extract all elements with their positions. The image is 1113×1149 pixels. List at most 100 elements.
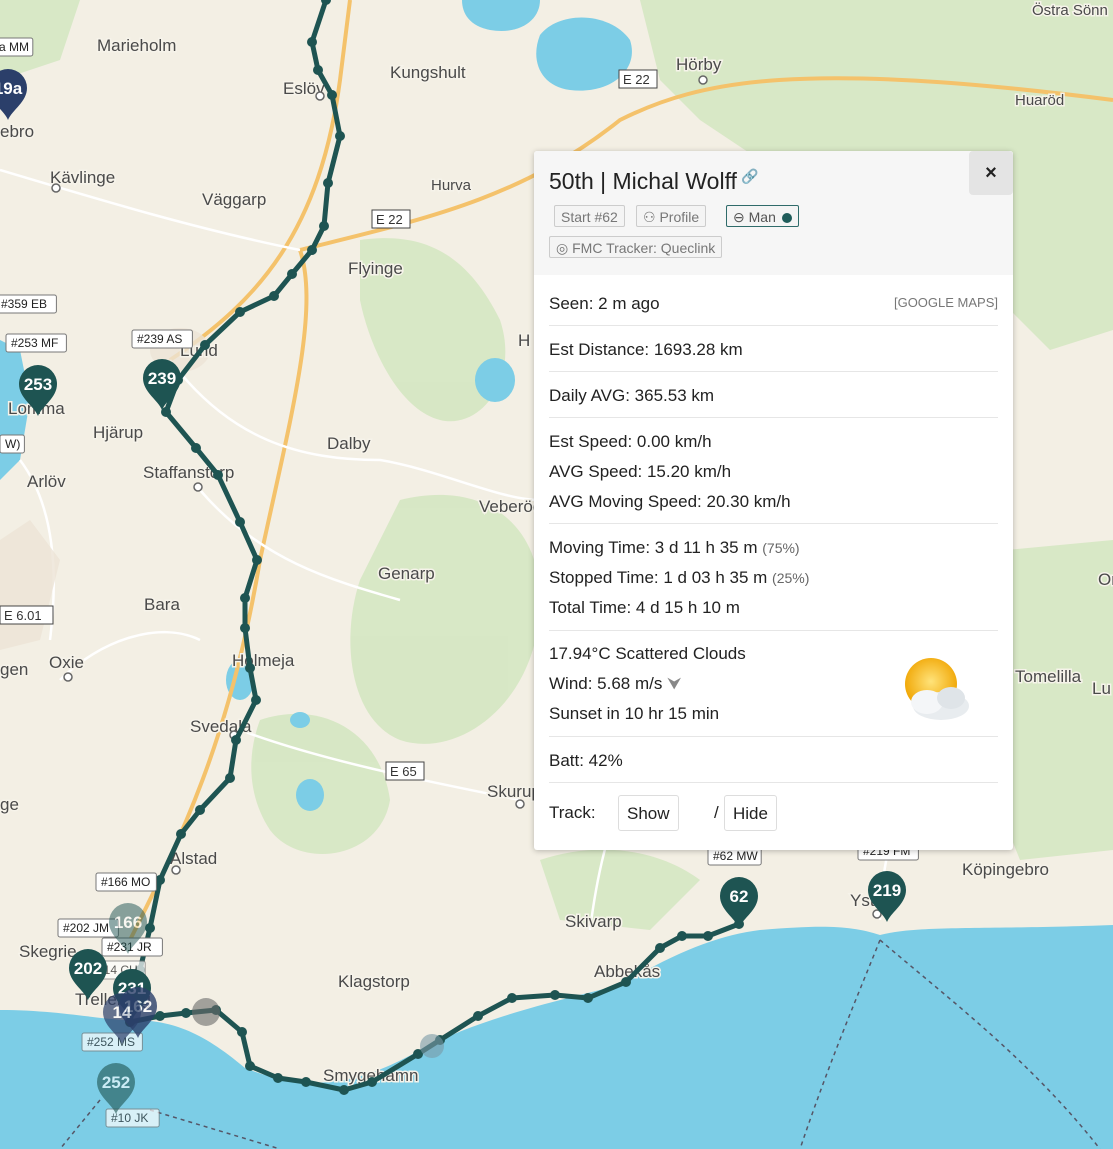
pin-number: 219	[873, 881, 901, 900]
place-label: Väggarp	[202, 190, 266, 209]
weather-text: 17.94°C Scattered Clouds	[549, 644, 746, 663]
rider-tag[interactable]: W)	[0, 434, 25, 454]
wind-direction-icon: ⮟	[667, 674, 682, 693]
pin-number: 62	[730, 887, 749, 906]
road-label: E 65	[385, 761, 425, 781]
stopped-time: Stopped Time: 1 d 03 h 35 m (25%)	[549, 568, 810, 587]
pin-number: 19a	[0, 79, 23, 98]
rider-tag[interactable]: a MM	[0, 37, 34, 57]
track-point	[240, 593, 250, 603]
town-dot	[315, 91, 325, 101]
wind-text: Wind: 5.68 m/s ⮟	[549, 674, 682, 693]
rider-tag[interactable]: #359 EB	[0, 294, 57, 314]
seen-text: Seen: 2 m ago	[549, 294, 660, 313]
track-point	[252, 555, 262, 565]
rider-tag-text: #166 MO	[101, 875, 150, 889]
track-point	[245, 1061, 255, 1071]
pin-number: 202	[74, 959, 102, 978]
track-point	[273, 1073, 283, 1083]
track-point	[213, 470, 223, 480]
place-label: Huaröd	[1015, 92, 1064, 109]
track-point	[195, 805, 205, 815]
rider-tag-text: #253 MF	[11, 336, 58, 350]
place-label: Skurup	[487, 782, 541, 801]
daily-section: Daily AVG: 365.53 km	[549, 371, 998, 418]
rider-tag[interactable]: #253 MF	[5, 333, 67, 353]
track-point	[621, 977, 631, 987]
track-point	[240, 623, 250, 633]
partly-cloudy-icon	[905, 658, 969, 720]
place-label: gen	[0, 660, 28, 679]
track-point	[550, 990, 560, 1000]
place-label: Bara	[144, 595, 180, 614]
track-point	[231, 735, 241, 745]
rider-tag[interactable]: #166 MO	[95, 872, 157, 892]
road-label-text: E 22	[623, 72, 650, 87]
pin-number: 252	[102, 1073, 130, 1092]
track-point	[176, 829, 186, 839]
rider-tag-text: a MM	[0, 40, 29, 54]
track-point	[703, 931, 713, 941]
place-label: Skivarp	[565, 912, 622, 931]
track-point	[191, 443, 201, 453]
place-label: Hjärup	[93, 423, 143, 442]
road-label-text: E 65	[390, 764, 417, 779]
place-label: Holmeja	[232, 651, 295, 670]
avg-speed: AVG Speed: 15.20 km/h	[549, 462, 732, 481]
rider-tag[interactable]: #252 MS	[81, 1032, 143, 1052]
place-label: ebro	[0, 122, 34, 141]
road-label: E 22	[371, 209, 411, 229]
track-point	[200, 340, 210, 350]
place-label: Lu	[1092, 679, 1111, 698]
rider-popup: 50th | Michal Wolff 🔗 × Start #62 ⚇ Profi…	[534, 151, 1013, 850]
place-label: Kungshult	[390, 63, 466, 82]
track-label: Track:	[549, 803, 596, 822]
track-point	[313, 65, 323, 75]
track-point	[307, 37, 317, 47]
track-point	[269, 291, 279, 301]
show-track-button[interactable]: Show	[618, 795, 679, 831]
track-point	[287, 269, 297, 279]
link-icon[interactable]: 🔗	[741, 168, 758, 184]
time-section: Moving Time: 3 d 11 h 35 m (75%) Stopped…	[549, 523, 998, 631]
town-dot	[698, 75, 708, 85]
town-dot	[171, 865, 181, 875]
place-label: Veberöd	[479, 497, 542, 516]
add-user-icon: ⚇	[643, 209, 656, 225]
town-dot	[63, 672, 73, 682]
rider-tag[interactable]: #10 JK	[105, 1108, 160, 1128]
popup-title: 50th | Michal Wolff 🔗	[549, 168, 759, 194]
place-label: Skegrie	[19, 942, 77, 961]
road-label: E 6.01	[0, 605, 54, 625]
track-point	[155, 1011, 165, 1021]
stop-marker	[420, 1034, 444, 1058]
target-icon: ◎	[556, 240, 569, 256]
rider-tag[interactable]: #239 AS	[131, 329, 193, 349]
track-point	[225, 773, 235, 783]
profile-chip[interactable]: ⚇ Profile	[636, 205, 707, 227]
track-point	[251, 695, 261, 705]
pin-number: 253	[24, 375, 52, 394]
track-point	[583, 993, 593, 1003]
place-label: Hörby	[676, 55, 722, 74]
track-point	[301, 1077, 311, 1087]
moving-time: Moving Time: 3 d 11 h 35 m (75%)	[549, 538, 800, 557]
road-label-text: E 6.01	[4, 608, 42, 623]
stop-marker	[192, 998, 220, 1026]
google-maps-link[interactable]: [GOOGLE MAPS]	[894, 295, 998, 310]
start-chip: Start #62	[554, 205, 625, 227]
place-label: Köpingebro	[962, 860, 1049, 879]
avg-moving-speed: AVG Moving Speed: 20.30 km/h	[549, 492, 791, 511]
place-label: Alstad	[170, 849, 217, 868]
close-button[interactable]: ×	[969, 151, 1013, 195]
sunset-text: Sunset in 10 hr 15 min	[549, 704, 720, 723]
place-label: Or	[1098, 570, 1113, 589]
place-label: ge	[0, 795, 19, 814]
rider-tag-text: #62 MW	[713, 849, 758, 863]
town-dot	[51, 183, 61, 193]
town-dot	[193, 482, 203, 492]
place-label: Tomelilla	[1015, 667, 1082, 686]
hide-track-button[interactable]: Hide	[724, 795, 777, 831]
track-point	[507, 993, 517, 1003]
total-time: Total Time: 4 d 15 h 10 m	[549, 598, 740, 617]
